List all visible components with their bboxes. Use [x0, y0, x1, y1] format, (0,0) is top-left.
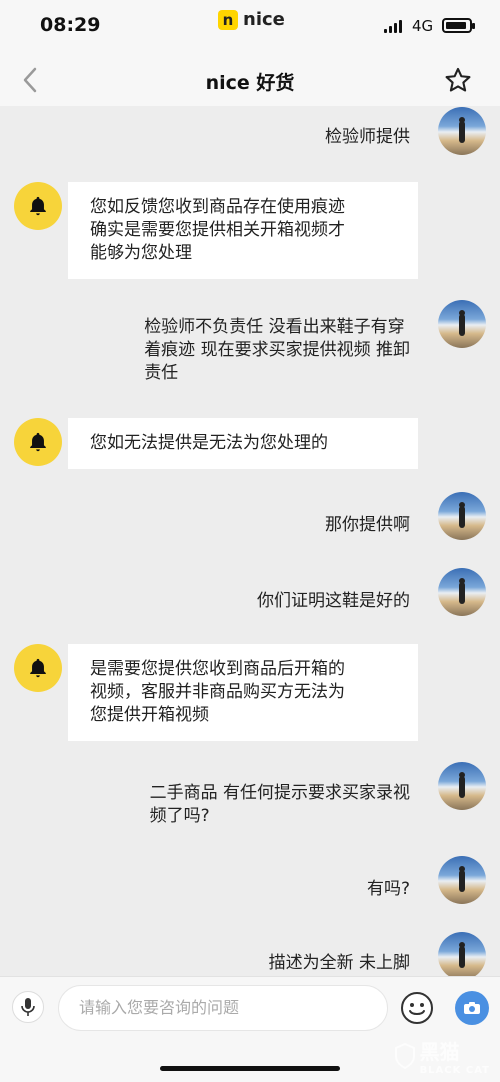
message-line: 你们证明这鞋是好的 — [257, 591, 410, 611]
emoji-button[interactable] — [400, 991, 434, 1025]
app-name: nice — [243, 9, 285, 30]
network-type: 4G — [412, 17, 434, 35]
message-line: 您提供开箱视频 — [90, 705, 209, 725]
message-line: 您如无法提供是无法为您处理的 — [90, 433, 328, 453]
microphone-icon — [21, 998, 35, 1016]
message-line: 二手商品 有任何提示要求买家录视 — [149, 783, 410, 803]
message-line: 频了吗? — [149, 806, 210, 826]
message-line: 视频，客服并非商品购买方无法为 — [90, 682, 345, 702]
app-logo-icon: n — [218, 9, 238, 30]
camera-button[interactable] — [455, 991, 489, 1025]
watermark-en: BLACK CAT — [419, 1065, 490, 1076]
signal-icon — [384, 20, 402, 33]
message-line: 那你提供啊 — [325, 515, 410, 535]
message-line: 您如反馈您收到商品存在使用痕迹 — [90, 197, 345, 217]
voice-input-button[interactable] — [12, 991, 44, 1023]
page-title: nice 好货 — [205, 72, 295, 94]
message-bubble-service: 您如反馈您收到商品存在使用痕迹 确实是需要您提供相关开箱视频才 能够为您处理 — [68, 182, 418, 279]
message-line: 检验师提供 — [325, 127, 410, 147]
message-input[interactable]: 请输入您要咨询的问题 — [58, 985, 388, 1031]
user-avatar[interactable] — [438, 300, 486, 348]
service-avatar[interactable] — [14, 644, 62, 692]
status-time: 08:29 — [40, 14, 101, 36]
message-line: 是需要您提供您收到商品后开箱的 — [90, 659, 345, 679]
shield-icon — [394, 1043, 415, 1069]
user-avatar[interactable] — [438, 492, 486, 540]
nav-header: nice 好货 — [0, 54, 500, 106]
message-line: 能够为您处理 — [90, 243, 192, 263]
service-avatar[interactable] — [14, 182, 62, 230]
message-line: 责任 — [144, 363, 179, 383]
bell-icon — [30, 658, 46, 678]
message-bubble-user: 描述为全新 未上脚 — [247, 944, 424, 976]
message-bubble-user: 那你提供啊 — [303, 506, 424, 545]
message-bubble-service: 您如无法提供是无法为您处理的 — [68, 418, 418, 469]
message-line: 有吗? — [366, 879, 410, 899]
message-line: 着痕迹 现在要求买家提供视频 推卸 — [144, 340, 410, 360]
message-bubble-user: 检验师提供 — [303, 118, 424, 157]
home-indicator — [160, 1066, 340, 1071]
battery-icon — [442, 18, 475, 33]
user-avatar[interactable] — [438, 568, 486, 616]
favorite-star-button[interactable] — [444, 66, 472, 94]
message-line: 描述为全新 未上脚 — [268, 953, 410, 973]
message-bubble-user: 检验师不负责任 没看出来鞋子有穿 着痕迹 现在要求买家提供视频 推卸 责任 — [122, 308, 424, 393]
user-avatar[interactable] — [438, 107, 486, 155]
bell-icon — [30, 432, 46, 452]
camera-icon — [464, 1002, 480, 1014]
user-avatar[interactable] — [438, 856, 486, 904]
message-bubble-user: 有吗? — [345, 870, 424, 909]
message-bubble-user: 二手商品 有任何提示要求买家录视 频了吗? — [128, 774, 424, 836]
watermark-cn: 黑猫 — [419, 1040, 460, 1064]
message-line: 确实是需要您提供相关开箱视频才 — [90, 220, 345, 240]
user-avatar[interactable] — [438, 932, 486, 976]
service-avatar[interactable] — [14, 418, 62, 466]
chat-message-list[interactable]: 检验师提供 您如反馈您收到商品存在使用痕迹 确实是需要您提供相关开箱视频才 能够… — [0, 106, 500, 976]
watermark: 黑猫 BLACK CAT — [394, 1036, 490, 1076]
user-avatar[interactable] — [438, 762, 486, 810]
message-bubble-service: 是需要您提供您收到商品后开箱的 视频，客服并非商品购买方无法为 您提供开箱视频 — [68, 644, 418, 741]
bell-icon — [30, 196, 46, 216]
message-bubble-user: 你们证明这鞋是好的 — [235, 582, 424, 621]
status-bar: 08:29 n nice 4G — [0, 0, 500, 54]
app-badge: n nice — [218, 9, 285, 30]
message-line: 检验师不负责任 没看出来鞋子有穿 — [144, 317, 405, 337]
